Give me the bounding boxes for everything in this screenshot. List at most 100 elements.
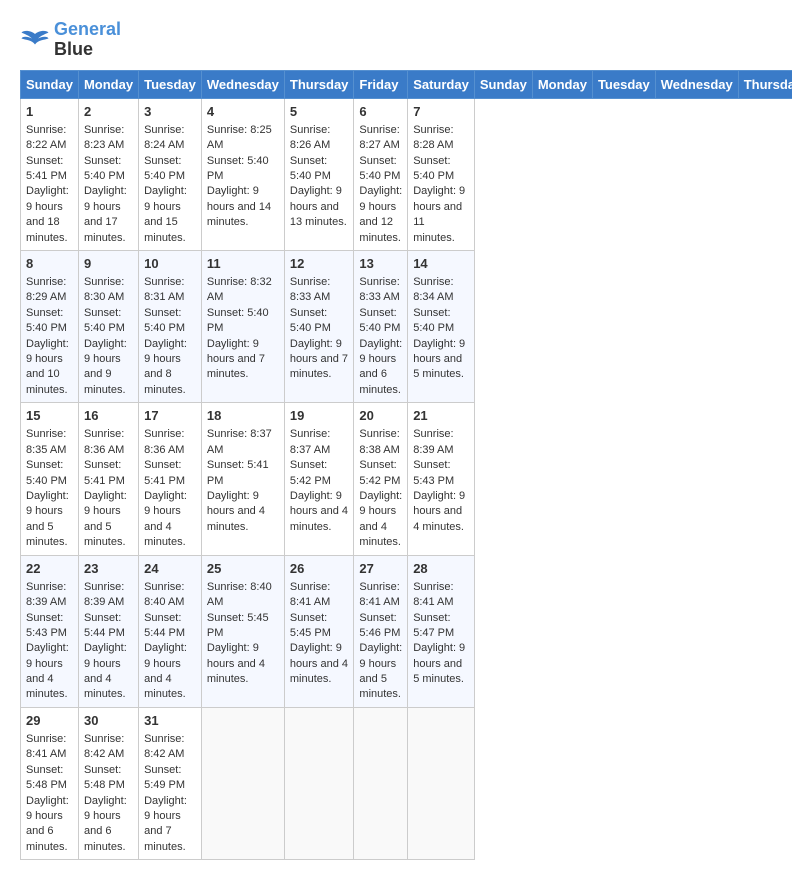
calendar-header-row: SundayMondayTuesdayWednesdayThursdayFrid… — [21, 70, 792, 98]
calendar-cell: 23Sunrise: 8:39 AMSunset: 5:44 PMDayligh… — [78, 555, 138, 707]
sunset-label: Sunset: 5:40 PM — [26, 459, 67, 486]
day-number: 31 — [144, 712, 196, 730]
calendar-week-5: 29Sunrise: 8:41 AMSunset: 5:48 PMDayligh… — [21, 707, 792, 859]
daylight-label: Daylight: 9 hours and 6 minutes. — [26, 795, 69, 853]
calendar-cell: 20Sunrise: 8:38 AMSunset: 5:42 PMDayligh… — [354, 403, 408, 555]
day-number: 30 — [84, 712, 133, 730]
sunrise-label: Sunrise: 8:41 AM — [26, 733, 66, 760]
day-number: 9 — [84, 255, 133, 273]
calendar-week-1: 1Sunrise: 8:22 AMSunset: 5:41 PMDaylight… — [21, 98, 792, 250]
daylight-label: Daylight: 9 hours and 13 minutes. — [290, 185, 347, 228]
daylight-label: Daylight: 9 hours and 17 minutes. — [84, 185, 127, 243]
day-number: 3 — [144, 103, 196, 121]
sunrise-label: Sunrise: 8:41 AM — [413, 581, 453, 608]
calendar-cell: 6Sunrise: 8:27 AMSunset: 5:40 PMDaylight… — [354, 98, 408, 250]
sunset-label: Sunset: 5:47 PM — [413, 612, 454, 639]
calendar-cell: 8Sunrise: 8:29 AMSunset: 5:40 PMDaylight… — [21, 250, 79, 402]
calendar-cell: 26Sunrise: 8:41 AMSunset: 5:45 PMDayligh… — [284, 555, 354, 707]
daylight-label: Daylight: 9 hours and 4 minutes. — [413, 490, 465, 533]
sunset-label: Sunset: 5:40 PM — [413, 155, 454, 182]
sunrise-label: Sunrise: 8:28 AM — [413, 124, 453, 151]
sunset-label: Sunset: 5:43 PM — [26, 612, 67, 639]
header-day-monday: Monday — [532, 70, 592, 98]
sunrise-label: Sunrise: 8:38 AM — [359, 428, 399, 455]
day-number: 24 — [144, 560, 196, 578]
day-number: 12 — [290, 255, 349, 273]
sunrise-label: Sunrise: 8:33 AM — [359, 276, 399, 303]
calendar-cell: 12Sunrise: 8:33 AMSunset: 5:40 PMDayligh… — [284, 250, 354, 402]
calendar-cell: 28Sunrise: 8:41 AMSunset: 5:47 PMDayligh… — [408, 555, 475, 707]
sunrise-label: Sunrise: 8:27 AM — [359, 124, 399, 151]
daylight-label: Daylight: 9 hours and 4 minutes. — [144, 490, 187, 548]
calendar-cell — [201, 707, 284, 859]
calendar-cell — [284, 707, 354, 859]
day-number: 17 — [144, 407, 196, 425]
sunset-label: Sunset: 5:43 PM — [413, 459, 454, 486]
sunset-label: Sunset: 5:48 PM — [26, 764, 67, 791]
day-number: 5 — [290, 103, 349, 121]
daylight-label: Daylight: 9 hours and 5 minutes. — [413, 642, 465, 685]
sunrise-label: Sunrise: 8:34 AM — [413, 276, 453, 303]
daylight-label: Daylight: 9 hours and 7 minutes. — [290, 338, 348, 381]
header-wednesday: Wednesday — [201, 70, 284, 98]
daylight-label: Daylight: 9 hours and 4 minutes. — [84, 642, 127, 700]
sunrise-label: Sunrise: 8:25 AM — [207, 124, 272, 151]
day-number: 26 — [290, 560, 349, 578]
calendar-table: SundayMondayTuesdayWednesdayThursdayFrid… — [20, 70, 792, 861]
day-number: 4 — [207, 103, 279, 121]
sunrise-label: Sunrise: 8:39 AM — [26, 581, 66, 608]
day-number: 10 — [144, 255, 196, 273]
sunset-label: Sunset: 5:41 PM — [26, 155, 67, 182]
day-number: 2 — [84, 103, 133, 121]
daylight-label: Daylight: 9 hours and 5 minutes. — [26, 490, 69, 548]
calendar-cell — [354, 707, 408, 859]
logo: General Blue — [20, 20, 121, 60]
calendar-cell: 17Sunrise: 8:36 AMSunset: 5:41 PMDayligh… — [139, 403, 202, 555]
daylight-label: Daylight: 9 hours and 5 minutes. — [413, 338, 465, 381]
header-sunday: Sunday — [21, 70, 79, 98]
daylight-label: Daylight: 9 hours and 4 minutes. — [207, 490, 265, 533]
sunset-label: Sunset: 5:40 PM — [84, 307, 125, 334]
sunrise-label: Sunrise: 8:39 AM — [84, 581, 124, 608]
day-number: 7 — [413, 103, 469, 121]
sunset-label: Sunset: 5:41 PM — [144, 459, 185, 486]
calendar-cell: 30Sunrise: 8:42 AMSunset: 5:48 PMDayligh… — [78, 707, 138, 859]
day-number: 13 — [359, 255, 402, 273]
sunrise-label: Sunrise: 8:24 AM — [144, 124, 184, 151]
calendar-cell: 22Sunrise: 8:39 AMSunset: 5:43 PMDayligh… — [21, 555, 79, 707]
sunset-label: Sunset: 5:42 PM — [359, 459, 400, 486]
sunset-label: Sunset: 5:41 PM — [207, 459, 269, 486]
calendar-cell: 31Sunrise: 8:42 AMSunset: 5:49 PMDayligh… — [139, 707, 202, 859]
daylight-label: Daylight: 9 hours and 18 minutes. — [26, 185, 69, 243]
daylight-label: Daylight: 9 hours and 4 minutes. — [207, 642, 265, 685]
day-number: 8 — [26, 255, 73, 273]
daylight-label: Daylight: 9 hours and 9 minutes. — [84, 338, 127, 396]
sunset-label: Sunset: 5:48 PM — [84, 764, 125, 791]
calendar-cell: 18Sunrise: 8:37 AMSunset: 5:41 PMDayligh… — [201, 403, 284, 555]
sunrise-label: Sunrise: 8:37 AM — [290, 428, 330, 455]
calendar-cell: 14Sunrise: 8:34 AMSunset: 5:40 PMDayligh… — [408, 250, 475, 402]
calendar-cell: 25Sunrise: 8:40 AMSunset: 5:45 PMDayligh… — [201, 555, 284, 707]
daylight-label: Daylight: 9 hours and 14 minutes. — [207, 185, 271, 228]
sunset-label: Sunset: 5:40 PM — [290, 155, 331, 182]
daylight-label: Daylight: 9 hours and 15 minutes. — [144, 185, 187, 243]
day-number: 19 — [290, 407, 349, 425]
daylight-label: Daylight: 9 hours and 10 minutes. — [26, 338, 69, 396]
sunset-label: Sunset: 5:41 PM — [84, 459, 125, 486]
day-number: 18 — [207, 407, 279, 425]
header-monday: Monday — [78, 70, 138, 98]
calendar-cell: 16Sunrise: 8:36 AMSunset: 5:41 PMDayligh… — [78, 403, 138, 555]
calendar-cell: 1Sunrise: 8:22 AMSunset: 5:41 PMDaylight… — [21, 98, 79, 250]
header-thursday: Thursday — [284, 70, 354, 98]
sunrise-label: Sunrise: 8:32 AM — [207, 276, 272, 303]
day-number: 1 — [26, 103, 73, 121]
sunset-label: Sunset: 5:40 PM — [413, 307, 454, 334]
sunset-label: Sunset: 5:44 PM — [144, 612, 185, 639]
sunrise-label: Sunrise: 8:41 AM — [359, 581, 399, 608]
day-number: 6 — [359, 103, 402, 121]
daylight-label: Daylight: 9 hours and 4 minutes. — [26, 642, 69, 700]
sunrise-label: Sunrise: 8:29 AM — [26, 276, 66, 303]
header-day-sunday: Sunday — [474, 70, 532, 98]
daylight-label: Daylight: 9 hours and 4 minutes. — [359, 490, 402, 548]
calendar-cell: 3Sunrise: 8:24 AMSunset: 5:40 PMDaylight… — [139, 98, 202, 250]
